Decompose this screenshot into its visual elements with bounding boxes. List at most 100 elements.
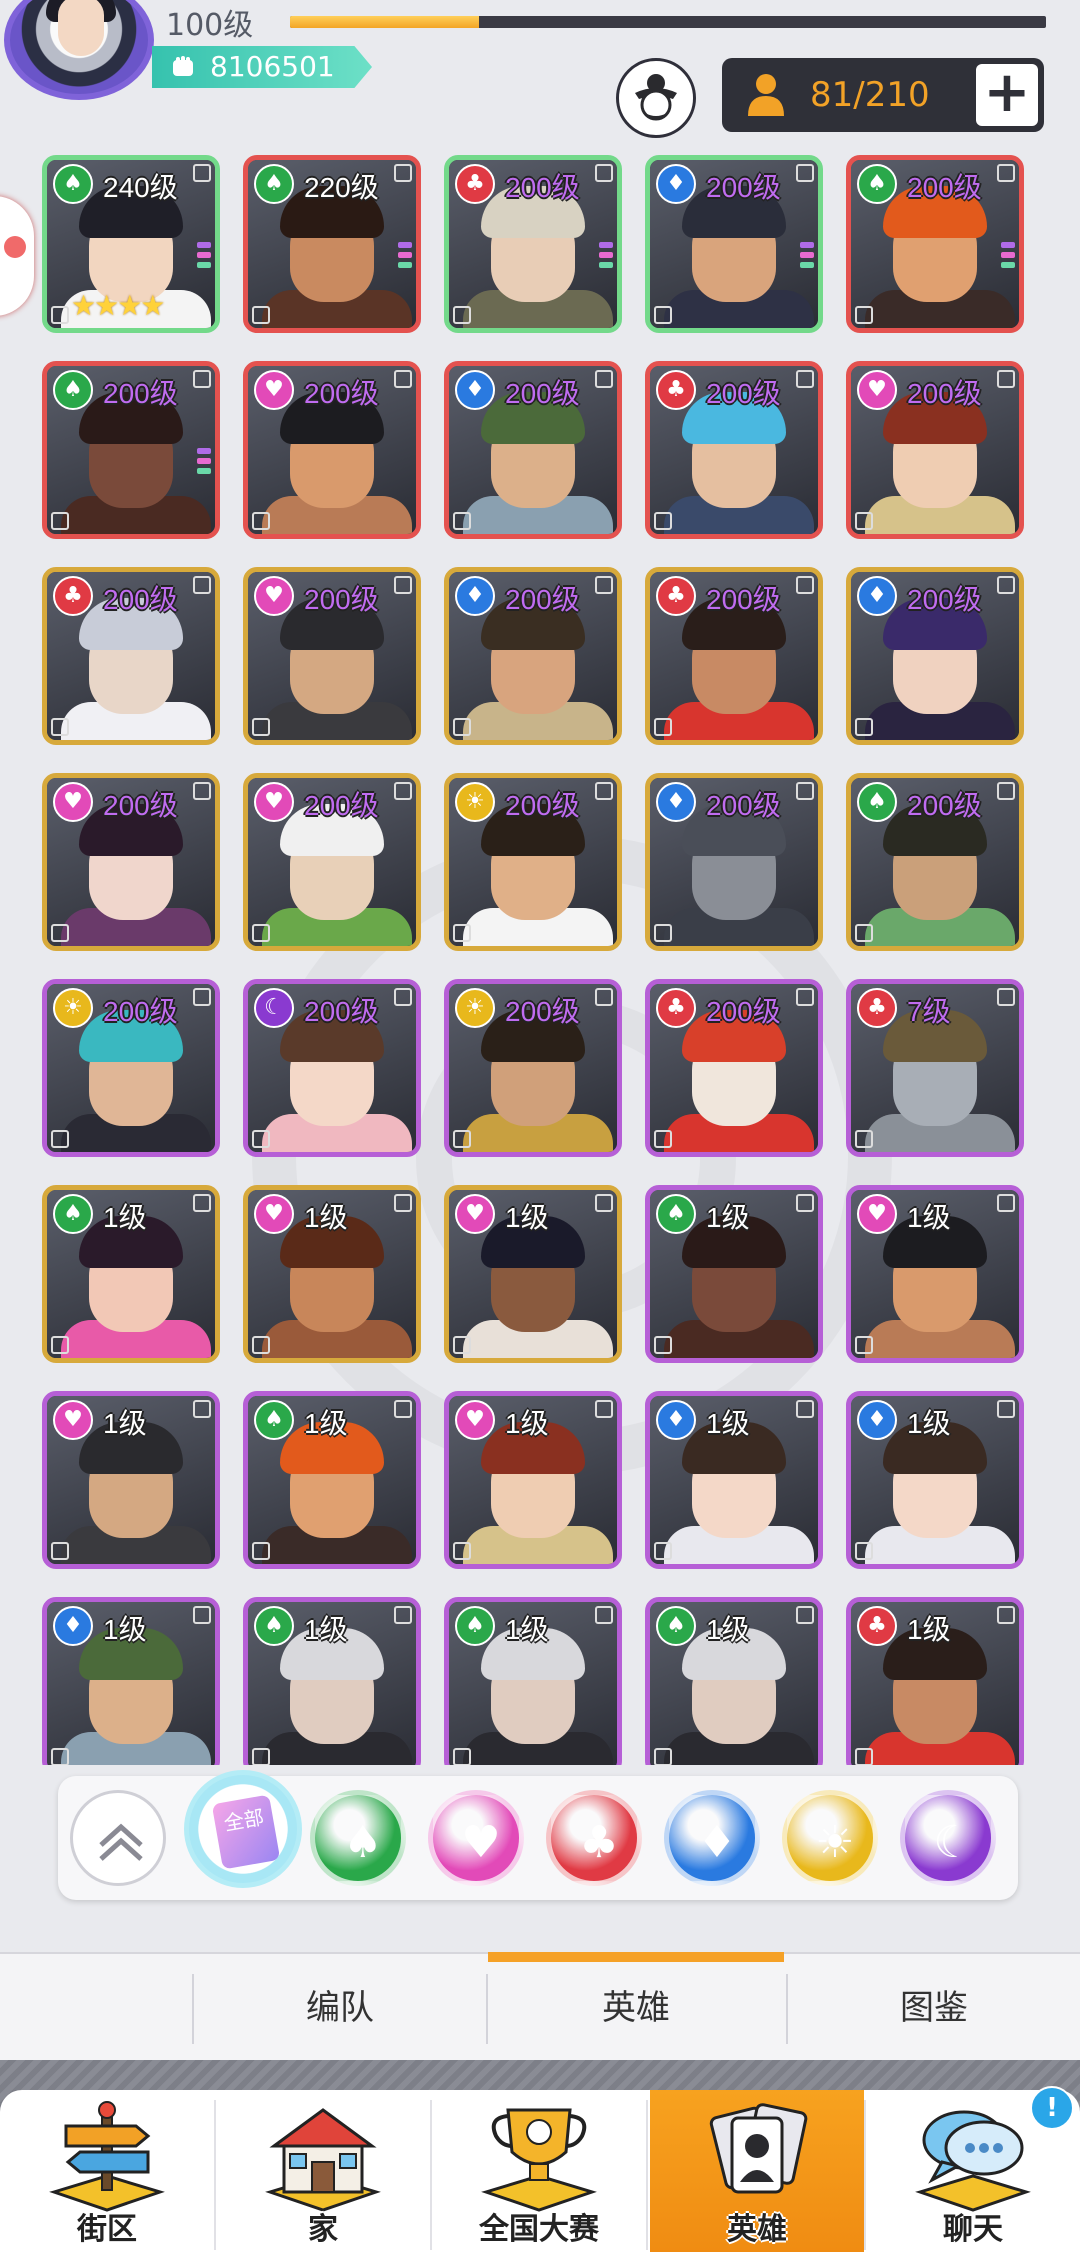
tab-codex[interactable]: 图鉴 — [788, 1954, 1080, 2062]
heart-suit-icon: ♥ — [857, 370, 897, 410]
corner-frame-icon — [394, 1400, 412, 1418]
tab-formation[interactable]: 编队 — [194, 1954, 486, 2062]
tab-label: 编队 — [306, 1988, 374, 2028]
hero-card[interactable]: ♠ 1级 — [42, 1185, 220, 1363]
hero-level: 200级 — [706, 790, 781, 821]
hero-card[interactable]: ♣ 200级 — [645, 361, 823, 539]
hero-card[interactable]: ♦ 1级 — [846, 1391, 1024, 1569]
hero-card[interactable]: ☾ 200级 — [243, 979, 421, 1157]
corner-frame-icon — [796, 576, 814, 594]
hero-level: 200级 — [907, 584, 982, 615]
nav-district[interactable]: 街区 — [0, 2090, 214, 2252]
hero-card[interactable]: ♠ 200级 — [846, 773, 1024, 951]
corner-frame-icon — [193, 1400, 211, 1418]
hero-card[interactable]: ♣ 200级 — [645, 979, 823, 1157]
skill-bars — [1001, 242, 1015, 272]
xp-progress-bar — [290, 16, 1046, 28]
hero-card[interactable]: ♠ 1级 — [645, 1597, 823, 1765]
hero-card[interactable]: ♥ 1级 — [243, 1185, 421, 1363]
tab-heroes[interactable]: 英雄 — [488, 1952, 784, 2062]
hero-card[interactable]: ♦ 200级 — [645, 773, 823, 951]
hero-card[interactable]: ♣ 1级 — [846, 1597, 1024, 1765]
corner-frame-icon — [855, 924, 873, 942]
filter-spade-button[interactable]: ♠ — [310, 1790, 406, 1886]
corner-frame-icon — [252, 306, 270, 324]
diamond-suit-icon: ♦ — [53, 1606, 93, 1646]
filter-sun-button[interactable]: ☀ — [782, 1790, 878, 1886]
corner-frame-icon — [193, 370, 211, 388]
hero-card[interactable]: ♦ 200级 — [444, 567, 622, 745]
hero-card[interactable]: ♦ 200级 — [645, 155, 823, 333]
moon-suit-icon: ☾ — [254, 988, 294, 1028]
hero-card[interactable]: ♠ 220级 — [243, 155, 421, 333]
corner-frame-icon — [595, 164, 613, 182]
hero-card[interactable]: ♣ 200级 — [645, 567, 823, 745]
suit-filter-bar: 全部 ♠ ♥ ♣ ♦ ☀ ☾ — [58, 1770, 1018, 1900]
spade-suit-icon: ♠ — [857, 164, 897, 204]
hero-card[interactable]: ☀ 200级 — [42, 979, 220, 1157]
hero-card[interactable]: ♦ 200级 — [444, 361, 622, 539]
corner-frame-icon — [595, 1400, 613, 1418]
filter-heart-button[interactable]: ♥ — [428, 1790, 524, 1886]
star-rating: ★★★★ — [71, 289, 165, 322]
hero-card[interactable]: ☀ 200级 — [444, 773, 622, 951]
nav-chat[interactable]: 聊天 ! — [866, 2086, 1080, 2252]
hero-card[interactable]: ♦ 200级 — [846, 567, 1024, 745]
hero-card[interactable]: ♠ 1级 — [243, 1597, 421, 1765]
filter-all-label: 全部 — [222, 1804, 266, 1836]
corner-frame-icon — [654, 306, 672, 324]
avatar-face — [58, 0, 104, 56]
filter-diamond-button[interactable]: ♦ — [664, 1790, 760, 1886]
expand-capacity-button[interactable]: + — [976, 64, 1038, 126]
corner-frame-icon — [796, 1194, 814, 1212]
spade-suit-icon: ♠ — [53, 164, 93, 204]
hero-card[interactable]: ♣ 200级 — [444, 155, 622, 333]
filter-club-button[interactable]: ♣ — [546, 1790, 642, 1886]
hero-card[interactable]: ♠ 200级 — [42, 361, 220, 539]
filter-collapse-button[interactable] — [70, 1790, 166, 1886]
house-icon — [265, 2108, 381, 2212]
hero-level: 200级 — [907, 790, 982, 821]
corner-frame-icon — [394, 370, 412, 388]
all-cards-icon: 全部 — [211, 1794, 281, 1870]
hero-card[interactable]: ♥ 1级 — [444, 1185, 622, 1363]
hero-card[interactable]: ♥ 200级 — [243, 773, 421, 951]
hero-card[interactable]: ♣ 200级 — [42, 567, 220, 745]
hero-card[interactable]: ♦ 1级 — [645, 1391, 823, 1569]
hero-card[interactable]: ♣ 7级 — [846, 979, 1024, 1157]
hero-level: 1级 — [103, 1614, 147, 1645]
nav-home[interactable]: 家 — [216, 2090, 430, 2252]
player-avatar[interactable] — [4, 0, 154, 100]
hero-card[interactable]: ♥ 1级 — [846, 1185, 1024, 1363]
hero-level: 200级 — [505, 378, 580, 409]
nav-heroes[interactable]: 英雄 — [650, 2090, 864, 2252]
svg-text:♦: ♦ — [697, 1817, 736, 1868]
master-portrait-button[interactable] — [616, 58, 696, 138]
hero-level: 200级 — [505, 996, 580, 1027]
hero-card[interactable]: ♥ 1级 — [444, 1391, 622, 1569]
nav-national-tournament[interactable]: 全国大赛 — [432, 2090, 646, 2252]
hero-card[interactable]: ☀ 200级 — [444, 979, 622, 1157]
heart-suit-icon: ♥ — [455, 1400, 495, 1440]
hero-card[interactable]: ♠ 1级 — [243, 1391, 421, 1569]
filter-moon-button[interactable]: ☾ — [900, 1790, 996, 1886]
hero-card[interactable]: ♠ 1级 — [645, 1185, 823, 1363]
hero-card[interactable]: ♦ 1级 — [42, 1597, 220, 1765]
hero-level: 200级 — [706, 378, 781, 409]
hero-card[interactable]: ♥ 200级 — [846, 361, 1024, 539]
hero-level: 200级 — [304, 996, 379, 1027]
hero-card[interactable]: ♥ 200级 — [243, 567, 421, 745]
bottom-nav-panel: 街区 家 全国大赛 英雄 聊天 ! — [0, 2086, 1080, 2252]
hero-level: 200级 — [304, 790, 379, 821]
hero-card[interactable]: ♠ 200级 — [846, 155, 1024, 333]
side-event-button[interactable] — [0, 196, 34, 316]
hero-card[interactable]: ♠ 1级 — [444, 1597, 622, 1765]
hero-card[interactable]: ♥ 200级 — [42, 773, 220, 951]
hero-card[interactable]: ♥ 1级 — [42, 1391, 220, 1569]
hero-card[interactable]: ♥ 200级 — [243, 361, 421, 539]
filter-all-button[interactable]: 全部 — [184, 1770, 302, 1888]
hero-card[interactable]: ♠ 240级 ★★★★ — [42, 155, 220, 333]
hero-level: 1级 — [907, 1202, 951, 1233]
corner-frame-icon — [51, 512, 69, 530]
heart-suit-icon: ♥ — [254, 782, 294, 822]
